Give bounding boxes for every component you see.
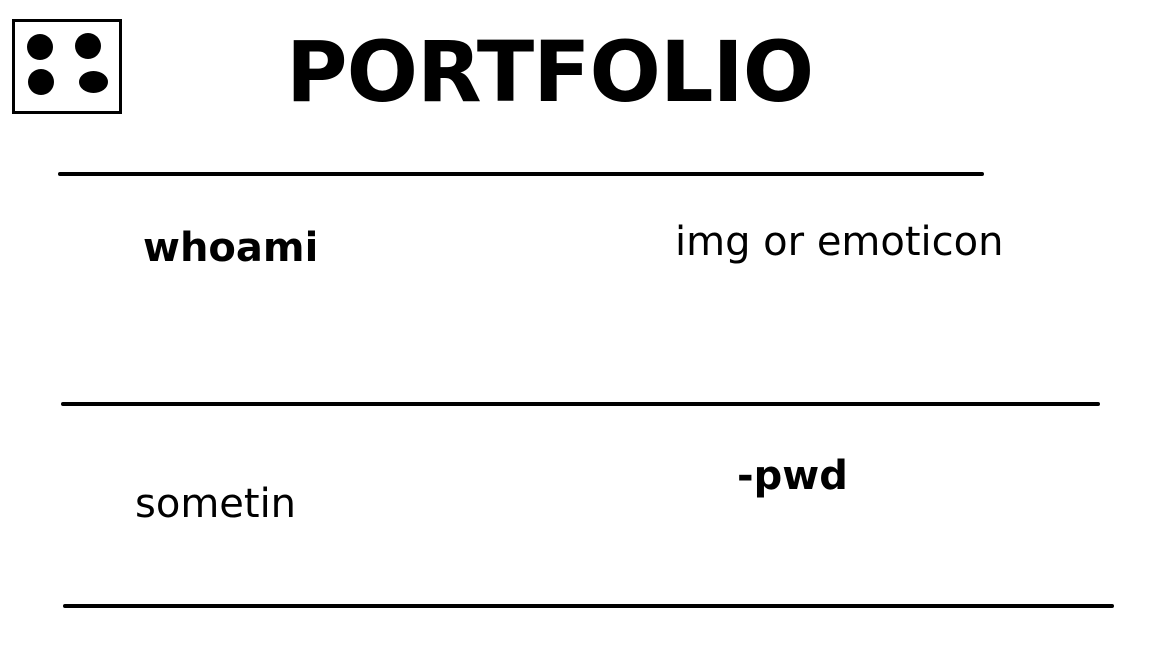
menu-dot-icon [79, 71, 108, 93]
sometin-label: sometin [135, 481, 297, 527]
divider [63, 604, 1114, 608]
menu-dot-icon [75, 33, 101, 59]
divider [58, 172, 984, 176]
whoami-label[interactable]: whoami [143, 228, 318, 268]
image-placeholder-label: img or emoticon [675, 219, 1004, 265]
menu-dot-icon [28, 69, 54, 95]
page-title: PORTFOLIO [286, 23, 814, 121]
pwd-label[interactable]: -pwd [737, 456, 848, 496]
menu-dot-icon [27, 34, 53, 60]
menu-icon[interactable] [12, 19, 122, 114]
divider [61, 402, 1100, 406]
